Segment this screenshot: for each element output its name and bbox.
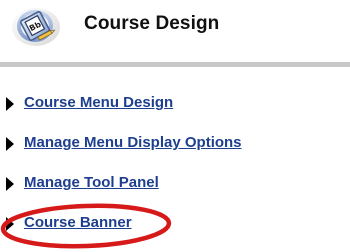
arrow-right-icon — [6, 97, 14, 111]
arrow-right-icon — [6, 177, 14, 191]
bb-blueprint-icon: Bb — [10, 3, 66, 47]
course-banner-link[interactable]: Course Banner — [24, 214, 132, 231]
list-item: Course Menu Design — [0, 91, 350, 119]
list-item: Manage Tool Panel — [0, 171, 350, 199]
list-item: Course Banner — [0, 211, 350, 239]
arrow-right-icon — [6, 217, 14, 231]
manage-tool-panel-link[interactable]: Manage Tool Panel — [24, 174, 159, 191]
page-title: Course Design — [84, 13, 220, 34]
list-item: Manage Menu Display Options — [0, 131, 350, 159]
arrow-right-icon — [6, 137, 14, 151]
header: Bb Course Design — [0, 0, 350, 62]
course-menu-design-link[interactable]: Course Menu Design — [24, 94, 173, 111]
manage-menu-display-options-link[interactable]: Manage Menu Display Options — [24, 134, 242, 151]
course-design-menu: Course Menu Design Manage Menu Display O… — [0, 67, 350, 252]
